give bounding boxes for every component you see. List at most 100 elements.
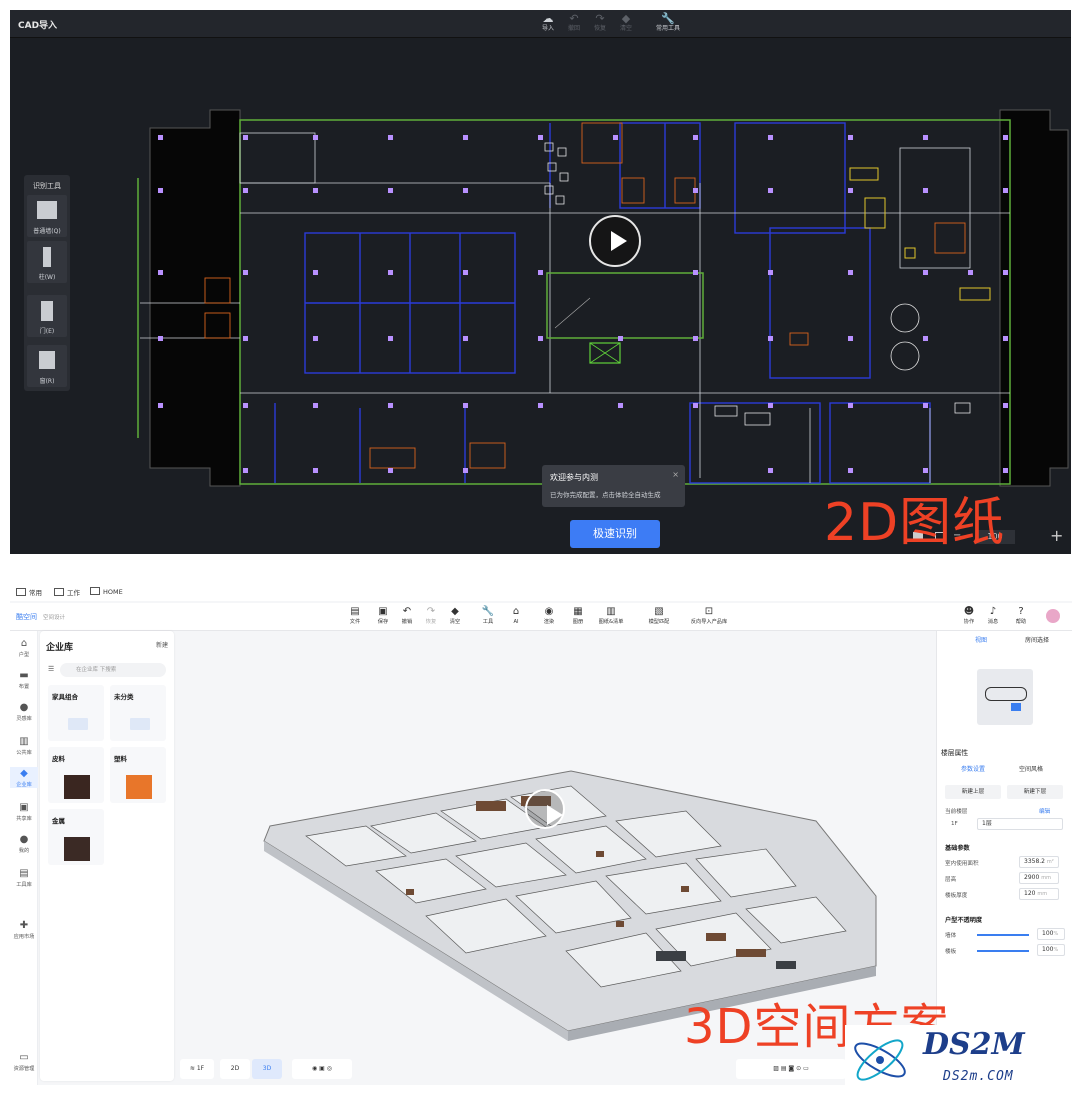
undo-icon: ↶ bbox=[569, 12, 579, 25]
card-leather[interactable]: 皮料 bbox=[48, 747, 104, 803]
nav-enterprise-lib[interactable]: ◆ 企业库 bbox=[10, 767, 38, 788]
tab-common[interactable]: 常用 bbox=[16, 587, 42, 597]
diamond-icon: ◆ bbox=[20, 768, 28, 779]
wall-opacity-slider[interactable] bbox=[977, 934, 1029, 936]
tab-home[interactable]: HOME bbox=[90, 587, 123, 596]
file-menu-button[interactable]: ▤ 文件 bbox=[342, 606, 368, 626]
new-folder-button[interactable]: 新建 bbox=[156, 640, 168, 649]
mode-3d-button[interactable]: 3D bbox=[252, 1059, 282, 1079]
card-plastic[interactable]: 塑料 bbox=[110, 747, 166, 803]
metal-swatch bbox=[64, 837, 90, 861]
card-metal[interactable]: 金属 bbox=[48, 809, 104, 865]
area-label: 室内使用面积 bbox=[945, 861, 979, 867]
ai-button[interactable]: ⌂ AI bbox=[503, 606, 529, 626]
model-match-button[interactable]: ▧ 模型匹配 bbox=[644, 606, 674, 626]
window-tool-button[interactable]: 窗(R) bbox=[27, 345, 67, 387]
nav-layout[interactable]: ▬ 布置 bbox=[10, 669, 38, 690]
nav-mine[interactable]: ● 我的 bbox=[10, 833, 38, 854]
messages-button[interactable]: ♪ 消息 bbox=[980, 606, 1006, 626]
collab-button[interactable]: ☻ 协作 bbox=[956, 606, 982, 626]
app-header: 酷空间 空间设计 ▤ 文件 ▣ 保存 ↶ 撤销 ↷ 恢复 ◆ 清空 🔧 工具 ⌂ AI ◉ 渲染 … bbox=[10, 603, 1072, 631]
tab-work[interactable]: 工作 bbox=[54, 587, 80, 597]
clear-button[interactable]: ◆ 清空 bbox=[614, 13, 638, 37]
door-tool-button[interactable]: 门(E) bbox=[27, 295, 67, 337]
library-search-input[interactable]: 在企业库 下搜索 bbox=[60, 663, 166, 677]
nav-floorplan[interactable]: ⌂ 户型 bbox=[10, 637, 38, 658]
floor-switch[interactable]: ≋ 1F bbox=[180, 1059, 214, 1079]
redo-button[interactable]: ↷ 恢复 bbox=[418, 606, 444, 626]
edit-floor-link[interactable]: 编辑 bbox=[1039, 807, 1050, 815]
nav-public-lib[interactable]: ▥ 公共库 bbox=[10, 735, 38, 756]
video-play-button-3d[interactable] bbox=[525, 789, 565, 829]
library-title: 企业库 bbox=[46, 643, 74, 653]
ai-icon: ⌂ bbox=[512, 606, 520, 617]
house-icon: ⌂ bbox=[20, 638, 28, 649]
new-lower-floor-button[interactable]: 新建下层 bbox=[1007, 785, 1063, 799]
folder-tabs: 常用 工作 HOME bbox=[10, 579, 1072, 601]
common-tools-button[interactable]: 🔧 常用工具 bbox=[651, 13, 685, 37]
slab-opacity-slider[interactable] bbox=[977, 950, 1029, 952]
cad-import-panel: CAD导入 ☁ 导入 ↶ 撤回 ↷ 恢复 ◆ 清空 🔧 常用工具 识别工具 普通… bbox=[10, 10, 1071, 554]
space-design-app: 常用 工作 HOME 酷空间 空间设计 ▤ 文件 ▣ 保存 ↶ 撤销 ↷ 恢复 ◆ 清空 🔧… bbox=[10, 579, 1072, 1085]
import-button[interactable]: ☁ 导入 bbox=[536, 13, 560, 37]
zoom-in-icon[interactable]: + bbox=[1050, 526, 1063, 545]
view-toggles[interactable]: ◉ ▣ ◎ bbox=[292, 1059, 352, 1079]
save-button[interactable]: ▣ 保存 bbox=[370, 606, 396, 626]
beta-welcome-popup: 欢迎参与内测 × 已为你完成配置，点击体验全自动生成 bbox=[542, 465, 685, 507]
mode-2d-button[interactable]: 2D bbox=[220, 1059, 250, 1079]
card-uncategorized[interactable]: 未分类 bbox=[110, 685, 166, 741]
collab-icon: ☻ bbox=[963, 606, 975, 617]
focus-icon: ⊙ bbox=[796, 1065, 802, 1072]
view-tools[interactable]: ▨ ▤ ◙ ⊙ ▭ bbox=[736, 1059, 846, 1079]
help-icon: ? bbox=[1018, 606, 1024, 617]
tab-params[interactable]: 参数设置 bbox=[961, 764, 985, 773]
floor-prefix: 1F bbox=[951, 821, 958, 827]
avatar[interactable] bbox=[1046, 609, 1060, 623]
ruler-icon: ▤ bbox=[780, 1065, 787, 1072]
enterprise-library-panel: 企业库 新建 ☰ 在企业库 下搜索 家具组合 未分类 皮料 塑料 金属 bbox=[40, 631, 174, 1081]
fast-recognize-button[interactable]: 极速识别 bbox=[570, 520, 660, 548]
layers-icon: ≋ bbox=[189, 1065, 195, 1072]
slab-value[interactable]: 120 mm bbox=[1019, 888, 1059, 900]
floor-props-title: 楼层属性 bbox=[941, 749, 969, 757]
help-button[interactable]: ? 帮助 bbox=[1008, 606, 1034, 626]
new-upper-floor-button[interactable]: 新建上层 bbox=[945, 785, 1001, 799]
nav-resource[interactable]: ▭ 资源管理 bbox=[10, 1051, 38, 1072]
reverse-import-button[interactable]: ⊡ 反向导入产品库 bbox=[686, 606, 732, 626]
orbit-icon: ◎ bbox=[326, 1065, 332, 1072]
minimap[interactable] bbox=[977, 669, 1033, 725]
video-play-button[interactable] bbox=[589, 215, 641, 267]
redo-button[interactable]: ↷ 恢复 bbox=[588, 13, 612, 37]
render-button[interactable]: ◉ 渲染 bbox=[536, 606, 562, 626]
card-furniture-set[interactable]: 家具组合 bbox=[48, 685, 104, 741]
height-value[interactable]: 2900 mm bbox=[1019, 872, 1059, 884]
brand-logo[interactable]: 酷空间 空间设计 bbox=[16, 612, 65, 622]
tab-room-select[interactable]: 房间选择 bbox=[1025, 635, 1049, 644]
wall-tool-button[interactable]: 普通墙(Q) bbox=[27, 195, 67, 237]
cad-floor-plan[interactable] bbox=[10, 38, 1071, 554]
tab-space-style[interactable]: 空间风格 bbox=[1019, 764, 1043, 773]
import-icon: ⊡ bbox=[704, 606, 714, 617]
nav-app-market[interactable]: ✚ 应用市场 bbox=[10, 919, 38, 940]
slab-opacity-value[interactable]: 100% bbox=[1037, 944, 1065, 956]
undo-button[interactable]: ↶ 撤回 bbox=[562, 13, 586, 37]
clear-button[interactable]: ◆ 清空 bbox=[442, 606, 468, 626]
door-icon bbox=[41, 301, 53, 321]
nav-inspiration[interactable]: ● 灵感库 bbox=[10, 701, 38, 722]
cad-titlebar: CAD导入 ☁ 导入 ↶ 撤回 ↷ 恢复 ◆ 清空 🔧 常用工具 bbox=[10, 10, 1071, 38]
nav-shared-lib[interactable]: ▣ 共享库 bbox=[10, 801, 38, 822]
nav-tool-lib[interactable]: ▤ 工具库 bbox=[10, 867, 38, 888]
drawings-list-button[interactable]: ▥ 图纸&清单 bbox=[595, 606, 627, 626]
floor-select[interactable]: 1层 bbox=[977, 818, 1063, 830]
popup-close-icon[interactable]: × bbox=[672, 470, 679, 479]
tab-view[interactable]: 视图 bbox=[975, 635, 987, 644]
camera-icon: ◙ bbox=[788, 1065, 795, 1072]
column-tool-button[interactable]: 柱(W) bbox=[27, 241, 67, 283]
tools-button[interactable]: 🔧 工具 bbox=[475, 606, 501, 626]
wall-opacity-value[interactable]: 100% bbox=[1037, 928, 1065, 940]
screen-icon: ▭ bbox=[803, 1065, 809, 1072]
undo-button[interactable]: ↶ 撤销 bbox=[394, 606, 420, 626]
album-button[interactable]: ▦ 图册 bbox=[565, 606, 591, 626]
list-icon[interactable]: ☰ bbox=[48, 665, 54, 673]
area-value[interactable]: 3358.2 m² bbox=[1019, 856, 1059, 868]
